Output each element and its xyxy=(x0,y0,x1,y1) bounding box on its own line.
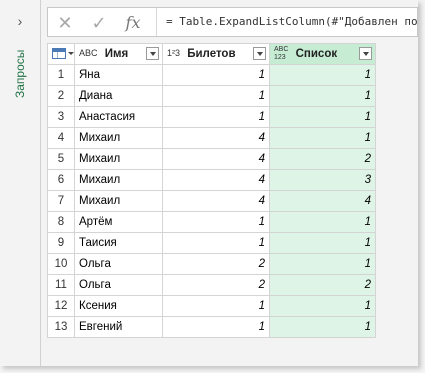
confirm-icon[interactable]: ✓ xyxy=(86,12,112,34)
cell-name[interactable]: Анастасия xyxy=(74,106,163,128)
cell-tickets[interactable]: 4 xyxy=(162,190,270,212)
table-row[interactable]: 9 Таисия 1 1 xyxy=(47,232,376,254)
column-header-label: Билетов xyxy=(187,47,236,60)
text-type-icon[interactable]: ABC xyxy=(79,49,98,58)
row-number[interactable]: 11 xyxy=(47,274,75,296)
number-type-icon[interactable]: 1²3 xyxy=(167,49,180,58)
cell-name[interactable]: Михаил xyxy=(74,190,163,212)
filter-dropdown-icon[interactable] xyxy=(146,47,159,60)
cell-list[interactable]: 1 xyxy=(269,295,376,317)
table-row[interactable]: 1 Яна 1 1 xyxy=(47,64,376,86)
filter-dropdown-icon[interactable] xyxy=(359,47,372,60)
cell-tickets[interactable]: 1 xyxy=(162,232,270,254)
cell-name[interactable]: Михаил xyxy=(74,169,163,191)
chevron-right-icon[interactable]: › xyxy=(13,14,27,28)
cell-tickets[interactable]: 4 xyxy=(162,169,270,191)
cell-list[interactable]: 1 xyxy=(269,211,376,233)
cell-list[interactable]: 3 xyxy=(269,169,376,191)
table-row[interactable]: 11 Ольга 2 2 xyxy=(47,274,376,296)
any-type-icon-line: 123 xyxy=(274,54,286,61)
cell-name[interactable]: Евгений xyxy=(74,316,163,338)
cell-name[interactable]: Ольга xyxy=(74,274,163,296)
column-header-name[interactable]: ABC Имя xyxy=(74,43,163,65)
column-header-label: Список xyxy=(295,48,338,60)
fx-icon[interactable]: fx xyxy=(120,12,146,34)
formula-bar-divider xyxy=(156,8,157,36)
cell-name[interactable]: Артём xyxy=(74,211,163,233)
header-row: ABC Имя 1²3 Билетов ABC 123 Список xyxy=(47,43,376,65)
cell-name[interactable]: Ольга xyxy=(74,253,163,275)
cell-list[interactable]: 1 xyxy=(269,316,376,338)
filter-dropdown-icon[interactable] xyxy=(253,47,266,60)
column-header-label: Имя xyxy=(104,47,129,60)
data-grid: ABC Имя 1²3 Билетов ABC 123 Список 1 Яна… xyxy=(47,43,376,338)
cell-name[interactable]: Диана xyxy=(74,85,163,107)
queries-pane[interactable]: › Запросы xyxy=(0,0,41,366)
cell-name[interactable]: Михаил xyxy=(74,148,163,170)
row-number[interactable]: 9 xyxy=(47,232,75,254)
cell-tickets[interactable]: 1 xyxy=(162,211,270,233)
cell-list[interactable]: 1 xyxy=(269,106,376,128)
cell-tickets[interactable]: 1 xyxy=(162,106,270,128)
row-number[interactable]: 3 xyxy=(47,106,75,128)
any-type-icon-line: ABC xyxy=(274,46,289,53)
caret-down-icon xyxy=(68,52,74,56)
table-row[interactable]: 6 Михаил 4 3 xyxy=(47,169,376,191)
row-number[interactable]: 8 xyxy=(47,211,75,233)
cell-tickets[interactable]: 4 xyxy=(162,148,270,170)
cell-tickets[interactable]: 1 xyxy=(162,85,270,107)
table-row[interactable]: 3 Анастасия 1 1 xyxy=(47,106,376,128)
table-row[interactable]: 13 Евгений 1 1 xyxy=(47,316,376,338)
table-menu-button[interactable] xyxy=(47,43,75,65)
cell-list[interactable]: 1 xyxy=(269,232,376,254)
row-number[interactable]: 7 xyxy=(47,190,75,212)
row-number[interactable]: 12 xyxy=(47,295,75,317)
cell-list[interactable]: 1 xyxy=(269,64,376,86)
cell-name[interactable]: Яна xyxy=(74,64,163,86)
cell-tickets[interactable]: 2 xyxy=(162,274,270,296)
table-row[interactable]: 4 Михаил 4 1 xyxy=(47,127,376,149)
cell-list[interactable]: 1 xyxy=(269,85,376,107)
cell-tickets[interactable]: 1 xyxy=(162,316,270,338)
cell-list[interactable]: 2 xyxy=(269,148,376,170)
any-type-icon[interactable]: ABC 123 xyxy=(274,46,288,62)
grid-body: 1 Яна 1 1 2 Диана 1 1 3 Анастасия 1 1 4 Михаил 4 1 5 Миха… xyxy=(47,64,376,338)
cell-list[interactable]: 4 xyxy=(269,190,376,212)
formula-input[interactable]: = Table.ExpandListColumn(#"Добавлен пол xyxy=(166,8,417,36)
table-icon xyxy=(52,48,66,60)
column-header-tickets[interactable]: 1²3 Билетов xyxy=(162,43,270,65)
table-row[interactable]: 2 Диана 1 1 xyxy=(47,85,376,107)
cell-name[interactable]: Михаил xyxy=(74,127,163,149)
cell-tickets[interactable]: 2 xyxy=(162,253,270,275)
formula-bar: ✕ ✓ fx = Table.ExpandListColumn(#"Добавл… xyxy=(47,7,418,37)
row-number[interactable]: 2 xyxy=(47,85,75,107)
row-number[interactable]: 10 xyxy=(47,253,75,275)
power-query-editor: › Запросы ✕ ✓ fx = Table.ExpandListColum… xyxy=(0,0,418,366)
row-number[interactable]: 5 xyxy=(47,148,75,170)
row-number[interactable]: 13 xyxy=(47,316,75,338)
queries-pane-label[interactable]: Запросы xyxy=(8,44,32,104)
table-row[interactable]: 8 Артём 1 1 xyxy=(47,211,376,233)
cancel-icon[interactable]: ✕ xyxy=(52,12,78,34)
table-row[interactable]: 7 Михаил 4 4 xyxy=(47,190,376,212)
cell-name[interactable]: Таисия xyxy=(74,232,163,254)
table-row[interactable]: 5 Михаил 4 2 xyxy=(47,148,376,170)
cell-tickets[interactable]: 1 xyxy=(162,295,270,317)
table-row[interactable]: 10 Ольга 2 1 xyxy=(47,253,376,275)
row-number[interactable]: 1 xyxy=(47,64,75,86)
vertical-scrollbar[interactable] xyxy=(409,43,417,359)
cell-tickets[interactable]: 4 xyxy=(162,127,270,149)
row-number[interactable]: 4 xyxy=(47,127,75,149)
row-number[interactable]: 6 xyxy=(47,169,75,191)
cell-name[interactable]: Ксения xyxy=(74,295,163,317)
cell-list[interactable]: 1 xyxy=(269,127,376,149)
column-header-list[interactable]: ABC 123 Список xyxy=(269,43,376,65)
cell-list[interactable]: 2 xyxy=(269,274,376,296)
cell-tickets[interactable]: 1 xyxy=(162,64,270,86)
table-row[interactable]: 12 Ксения 1 1 xyxy=(47,295,376,317)
cell-list[interactable]: 1 xyxy=(269,253,376,275)
